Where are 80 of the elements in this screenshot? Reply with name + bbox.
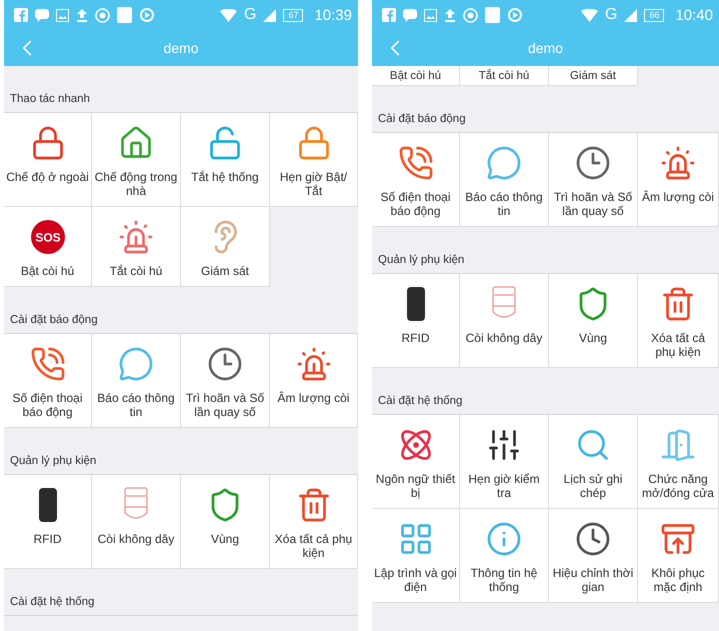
square-icon (117, 7, 132, 23)
clock-time: 10:39 (314, 6, 352, 24)
menu-tile[interactable]: RFID (4, 475, 92, 569)
square-icon (485, 7, 500, 23)
siren-icon (660, 145, 696, 181)
menu-tile[interactable]: Số điện thoại báo động (372, 133, 460, 227)
clock-icon (575, 145, 611, 181)
menu-tile[interactable]: SOS Bật còi hú (4, 207, 92, 287)
menu-tile[interactable]: Tắt còi hú (460, 66, 549, 86)
menu-tile[interactable]: Trì hoãn và Số lần quay số (181, 334, 270, 428)
image-icon (56, 8, 69, 22)
phone-icon (398, 145, 434, 181)
signal-icon (624, 8, 638, 22)
menu-tile[interactable]: Trì hoãn và Số lần quay số (549, 133, 638, 227)
compass-icon (463, 8, 478, 22)
menu-tile[interactable]: Âm lượng còi (270, 334, 358, 428)
info-icon (486, 521, 522, 557)
menu-tile[interactable]: RFID (372, 274, 460, 368)
menu-tile[interactable]: Báo cáo thông tin (92, 334, 181, 428)
menu-tile[interactable]: Tắt hệ thống (181, 113, 270, 207)
open-padlock-icon (207, 125, 243, 161)
menu-tile[interactable]: Xóa tất cả phụ kiện (638, 274, 719, 368)
menu-tile[interactable]: Ngôn ngữ thiết bị (372, 415, 460, 509)
menu-tile[interactable]: Hẹn giờ Bật/ Tắt (270, 113, 358, 207)
clock-time: 10:40 (675, 6, 713, 24)
facebook-icon (14, 8, 28, 22)
chat-bubble-icon (486, 145, 522, 181)
wifi-icon (220, 8, 237, 22)
menu-tile[interactable]: Còi không dây (460, 274, 549, 368)
menu-tile[interactable]: Giám sát (549, 66, 638, 86)
restore-icon (660, 521, 696, 557)
phone-icon (30, 346, 66, 382)
image-icon (424, 8, 437, 22)
facebook-icon (382, 8, 396, 22)
menu-tile[interactable]: Tắt còi hú (92, 207, 181, 287)
menu-tile[interactable]: Lập trình và gọi điện (372, 509, 460, 603)
menu-tile[interactable]: Lịch sử ghi chép (549, 415, 638, 509)
siren-icon (118, 219, 154, 255)
signal-icon (263, 8, 276, 22)
door-icon (660, 427, 696, 463)
menu-tile[interactable]: Chức năng mở/đóng cửa (638, 415, 719, 509)
chat-app-icon (35, 8, 49, 22)
compass-icon (95, 8, 110, 22)
menu-tile[interactable]: Hẹn giờ kiểm tra (460, 415, 549, 509)
section-title: Cài đặt hệ thống (4, 589, 358, 616)
upload-icon (444, 8, 456, 22)
menu-tile[interactable]: Chế độ ở ngoài (4, 113, 92, 207)
house-icon (118, 125, 154, 161)
screen-title: demo (528, 40, 564, 56)
menu-tile[interactable]: Bật còi hú (372, 66, 460, 86)
menu-tile[interactable]: Vùng (549, 274, 638, 368)
menu-tile[interactable]: Thông tin hệ thống (460, 509, 549, 603)
network-type: G (604, 6, 618, 24)
screen-title: demo (163, 40, 199, 56)
wall-clock-icon (575, 521, 611, 557)
search-icon (575, 427, 611, 463)
network-type: G (244, 6, 256, 24)
clock-icon (207, 346, 243, 382)
trash-icon (660, 286, 696, 322)
menu-tile[interactable]: Báo cáo thông tin (460, 133, 549, 227)
upload-icon (76, 8, 88, 22)
menu-tile[interactable]: Hiệu chỉnh thời gian (549, 509, 638, 603)
menu-tile[interactable]: Vùng (181, 475, 270, 569)
sos-icon: SOS (30, 219, 66, 255)
card-reader-icon (38, 487, 58, 523)
chat-app-icon (403, 8, 417, 22)
battery-level: 66 (644, 8, 664, 22)
menu-tile[interactable]: Khôi phục mặc định (638, 509, 719, 603)
menu-tile[interactable]: Chế động trong nhà (92, 113, 181, 207)
battery-level: 67 (283, 8, 304, 22)
sliders-icon (486, 427, 522, 463)
menu-tile[interactable]: Còi không dây (92, 475, 181, 569)
menu-tile[interactable]: Âm lượng còi (638, 133, 719, 227)
menu-tile[interactable]: Số điện thoại báo động (4, 334, 92, 428)
menu-tile[interactable]: Giám sát (181, 207, 270, 287)
menu-tile[interactable]: Xóa tất cả phụ kiện (270, 475, 358, 569)
siren-icon (296, 346, 332, 382)
wifi-icon (580, 8, 598, 22)
chat-bubble-icon (118, 346, 154, 382)
card-reader-icon (406, 286, 426, 322)
